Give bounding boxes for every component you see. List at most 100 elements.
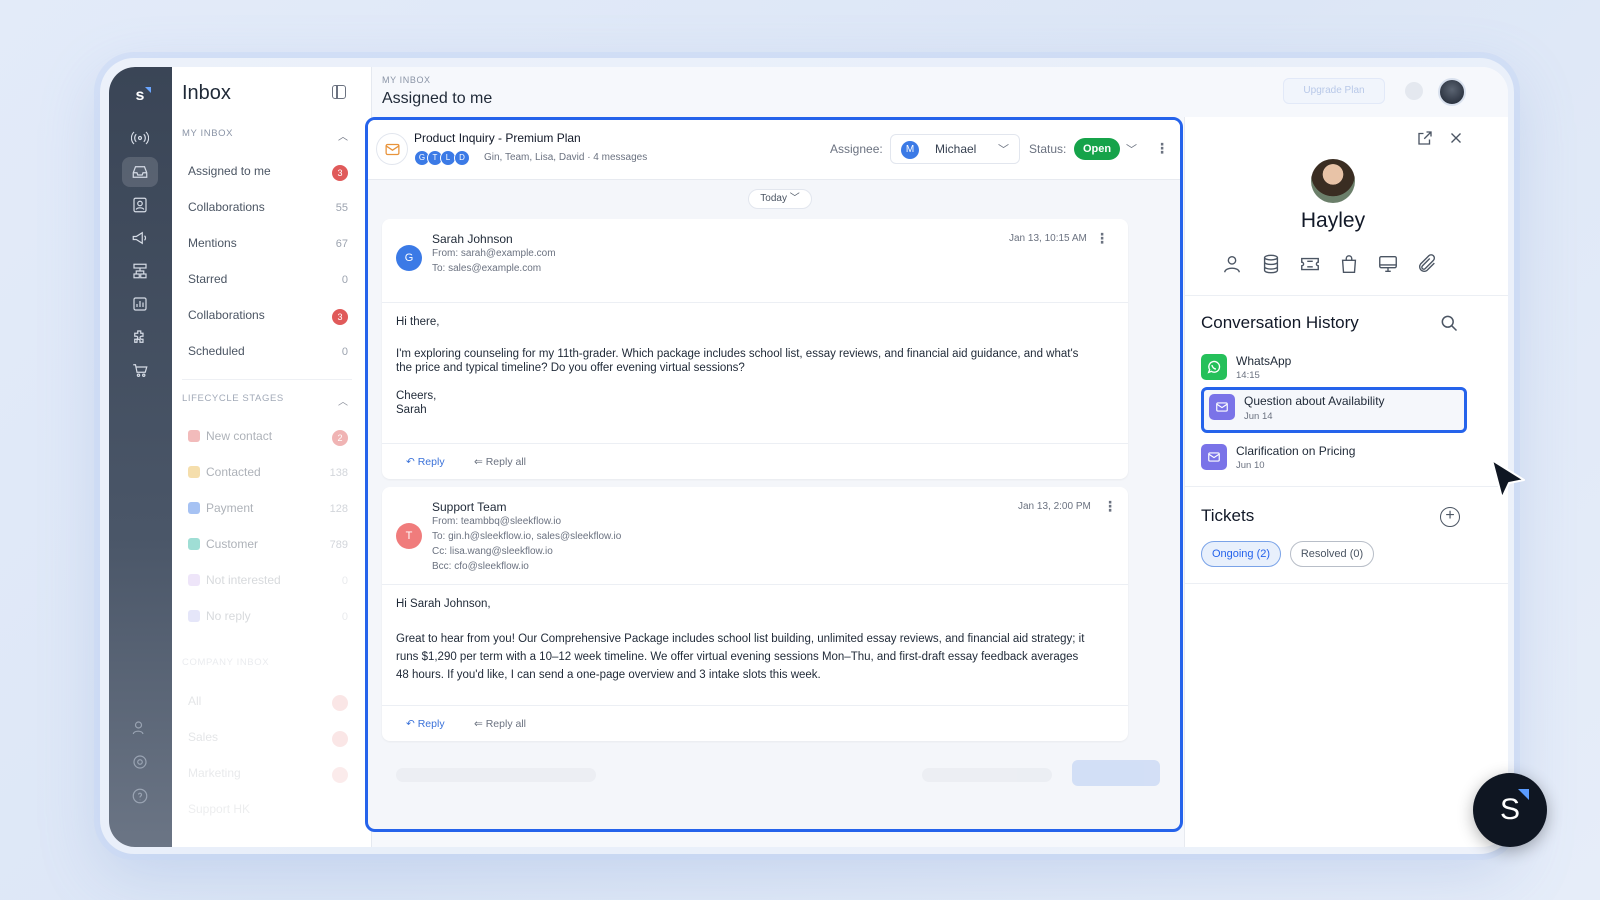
composer-options[interactable] [922, 768, 1052, 782]
history-item-whatsapp[interactable]: WhatsApp 14:15 [1201, 349, 1467, 391]
nav-item-sales[interactable]: Sales [188, 730, 348, 752]
analytics-icon[interactable] [122, 289, 158, 319]
count-badge: 2 [332, 430, 348, 446]
app-logo[interactable]: s [125, 81, 155, 111]
message-body: I'm exploring counseling for my 11th-gra… [396, 348, 1079, 374]
person-icon[interactable] [1221, 253, 1243, 275]
lifecycle-section[interactable]: LIFECYCLE STAGES ︿ [182, 393, 352, 408]
nav-item-collaborations[interactable]: Collaborations 55 [188, 200, 348, 222]
paperclip-icon[interactable] [1416, 253, 1438, 275]
nav-item-new-contact[interactable]: New contact 2 [188, 429, 348, 451]
assignee-avatar: M [901, 141, 919, 159]
count-badge: 3 [332, 165, 348, 181]
history-item-pricing[interactable]: Clarification on Pricing Jun 10 [1201, 439, 1467, 481]
chevron-up-icon[interactable]: ︿ [338, 393, 349, 408]
item-count: 128 [329, 503, 348, 515]
monitor-icon[interactable] [1377, 253, 1399, 275]
icon-rail: s [109, 67, 172, 847]
conversation-panel: Product Inquiry - Premium Plan G T L D G… [365, 117, 1183, 832]
status-chevron-down-icon[interactable]: ﹀ [1126, 141, 1137, 157]
history-title: Question about Availability [1244, 394, 1385, 408]
item-count: 789 [329, 539, 348, 551]
status-badge[interactable]: Open [1074, 138, 1120, 160]
database-icon[interactable] [1260, 253, 1282, 275]
message-signature: Sarah [396, 404, 427, 416]
nav-item-marketing[interactable]: Marketing [188, 766, 348, 788]
search-icon[interactable] [1439, 313, 1459, 333]
more-options-icon[interactable]: ⋮ [1155, 140, 1169, 157]
participants-summary: Gin, Team, Lisa, David · 4 messages [484, 152, 648, 163]
nav-item-scheduled[interactable]: Scheduled 0 [188, 344, 348, 366]
nav-item-label: Not interested [206, 573, 281, 587]
nav-item-support-hk[interactable]: Support HK [188, 802, 348, 824]
reply-all-icon: ⇐ [474, 456, 486, 468]
settings-icon[interactable] [122, 747, 158, 777]
my-inbox-section[interactable]: MY INBOX ︿ [182, 128, 352, 143]
nav-item-contacted[interactable]: Contacted 138 [188, 465, 348, 487]
notification-bell-icon[interactable] [1405, 82, 1423, 100]
reply-all-label: Reply all [485, 456, 526, 468]
composer-formatting-tools[interactable] [396, 768, 596, 782]
flow-builder-icon[interactable] [122, 256, 158, 286]
upgrade-plan-button[interactable]: Upgrade Plan [1283, 78, 1385, 104]
tickets-resolved-tab[interactable]: Resolved (0) [1290, 541, 1374, 567]
inbox-icon[interactable] [122, 157, 158, 187]
app-window: s Inbox MY INBOX ︿ Assigned to me 3 Coll… [109, 67, 1508, 847]
nav-item-all[interactable]: All [188, 694, 348, 716]
reply-button[interactable]: ↶ Reply [406, 718, 445, 730]
reply-icon: ↶ [406, 456, 418, 468]
reply-all-button[interactable]: ⇐ Reply all [474, 456, 526, 468]
help-icon[interactable] [122, 781, 158, 811]
message-signoff: Cheers, [396, 390, 437, 402]
conversation-header: Product Inquiry - Premium Plan G T L D G… [368, 120, 1180, 180]
megaphone-icon[interactable] [122, 223, 158, 253]
item-count: 0 [341, 346, 348, 358]
commerce-icon[interactable] [122, 355, 158, 385]
date-divider[interactable]: Today ﹀ [748, 189, 812, 209]
open-external-icon[interactable] [1416, 129, 1434, 147]
broadcast-icon[interactable] [122, 123, 158, 153]
nav-item-payment[interactable]: Payment 128 [188, 501, 348, 523]
history-title: Clarification on Pricing [1236, 444, 1356, 458]
nav-item-starred[interactable]: Starred 0 [188, 272, 348, 294]
reply-all-icon: ⇐ [474, 718, 486, 730]
tickets-ongoing-tab[interactable]: Ongoing (2) [1201, 541, 1281, 567]
from-address: From: teambbq@sleekflow.io [432, 516, 562, 527]
conversation-history-title: Conversation History [1201, 313, 1359, 332]
chevron-up-icon[interactable]: ︿ [338, 128, 349, 143]
ticket-icon[interactable] [1299, 253, 1321, 275]
nav-item-collaborations-2[interactable]: Collaborations 3 [188, 308, 348, 330]
contacts-icon[interactable] [122, 190, 158, 220]
add-ticket-icon[interactable]: + [1440, 507, 1460, 527]
history-item-availability[interactable]: Question about Availability Jun 14 [1201, 387, 1467, 433]
nav-item-label: Collaborations [188, 200, 265, 214]
divider [1185, 486, 1508, 487]
nav-item-no-reply[interactable]: No reply 0 [188, 609, 348, 631]
user-settings-icon[interactable] [122, 713, 158, 743]
contact-avatar [1311, 159, 1355, 203]
message-card: T Support Team From: teambbq@sleekflow.i… [382, 487, 1128, 741]
bag-icon[interactable] [1338, 253, 1360, 275]
close-icon[interactable] [1447, 129, 1465, 147]
company-inbox-section[interactable]: COMPANY INBOX [182, 657, 352, 668]
item-count: 55 [335, 202, 348, 214]
nav-item-assigned-to-me[interactable]: Assigned to me 3 [188, 164, 348, 186]
send-button[interactable] [1072, 760, 1160, 786]
stage-color-swatch [188, 502, 200, 514]
message-more-icon[interactable]: ⋮ [1103, 498, 1117, 515]
integrations-icon[interactable] [122, 322, 158, 352]
assignee-dropdown[interactable]: M Michael ﹀ [890, 134, 1020, 164]
nav-item-customer[interactable]: Customer 789 [188, 537, 348, 559]
reply-button[interactable]: ↶ Reply [406, 456, 445, 468]
nav-item-mentions[interactable]: Mentions 67 [188, 236, 348, 258]
section-label: MY INBOX [182, 128, 234, 139]
item-count: 0 [341, 575, 348, 587]
nav-item-not-interested[interactable]: Not interested 0 [188, 573, 348, 595]
collapse-panel-icon[interactable] [332, 85, 346, 99]
nav-item-label: Assigned to me [188, 164, 271, 178]
reply-all-button[interactable]: ⇐ Reply all [474, 718, 526, 730]
user-avatar[interactable] [1438, 78, 1466, 106]
reply-label: Reply [417, 456, 445, 468]
message-more-icon[interactable]: ⋮ [1095, 230, 1109, 247]
message-actions: ↶ Reply ⇐ Reply all [382, 705, 1128, 741]
